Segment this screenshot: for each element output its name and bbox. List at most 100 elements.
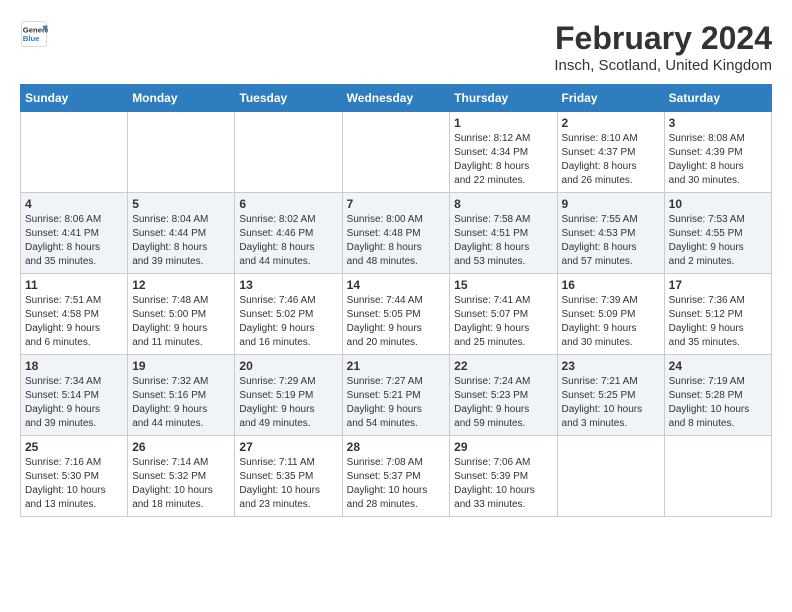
day-number: 6 [239,197,337,211]
day-number: 12 [132,278,230,292]
calendar-week-row: 1 Sunrise: 8:12 AM Sunset: 4:34 PM Daylig… [21,112,772,193]
day-number: 29 [454,440,552,454]
calendar-cell: 10 Sunrise: 7:53 AM Sunset: 4:55 PM Dayli… [664,193,771,274]
calendar-cell: 24 Sunrise: 7:19 AM Sunset: 5:28 PM Dayli… [664,355,771,436]
day-info: Sunrise: 7:27 AM Sunset: 5:21 PM Dayligh… [347,375,446,431]
day-info: Sunrise: 7:08 AM Sunset: 5:37 PM Dayligh… [347,456,446,512]
day-number: 8 [454,197,552,211]
calendar-cell: 29 Sunrise: 7:06 AM Sunset: 5:39 PM Dayli… [450,436,557,517]
day-number: 7 [347,197,446,211]
day-number: 3 [669,116,767,130]
subtitle: Insch, Scotland, United Kingdom [554,57,772,74]
day-info: Sunrise: 7:16 AM Sunset: 5:30 PM Dayligh… [25,456,123,512]
day-header-tuesday: Tuesday [235,85,342,112]
calendar-week-row: 4Sunrise: 8:06 AM Sunset: 4:41 PM Daylig… [21,193,772,274]
day-info: Sunrise: 8:00 AM Sunset: 4:48 PM Dayligh… [347,213,446,269]
page: General Blue February 2024 Insch, Scotla… [0,0,792,527]
day-number: 17 [669,278,767,292]
calendar-cell: 17 Sunrise: 7:36 AM Sunset: 5:12 PM Dayli… [664,274,771,355]
calendar-cell [342,112,450,193]
day-number: 10 [669,197,767,211]
day-number: 28 [347,440,446,454]
day-header-saturday: Saturday [664,85,771,112]
calendar-cell: 22 Sunrise: 7:24 AM Sunset: 5:23 PM Dayli… [450,355,557,436]
day-info: Sunrise: 8:04 AM Sunset: 4:44 PM Dayligh… [132,213,230,269]
calendar-cell [664,436,771,517]
main-title: February 2024 [554,20,772,57]
day-info: Sunrise: 8:10 AM Sunset: 4:37 PM Dayligh… [562,132,660,188]
day-info: Sunrise: 7:48 AM Sunset: 5:00 PM Dayligh… [132,294,230,350]
day-info: Sunrise: 7:29 AM Sunset: 5:19 PM Dayligh… [239,375,337,431]
calendar-cell: 21 Sunrise: 7:27 AM Sunset: 5:21 PM Dayli… [342,355,450,436]
calendar-cell: 14 Sunrise: 7:44 AM Sunset: 5:05 PM Dayli… [342,274,450,355]
day-number: 18 [25,359,123,373]
day-info: Sunrise: 7:44 AM Sunset: 5:05 PM Dayligh… [347,294,446,350]
calendar-week-row: 18 Sunrise: 7:34 AM Sunset: 5:14 PM Dayli… [21,355,772,436]
day-info: Sunrise: 7:51 AM Sunset: 4:58 PM Dayligh… [25,294,123,350]
day-info: Sunrise: 7:36 AM Sunset: 5:12 PM Dayligh… [669,294,767,350]
calendar-cell [128,112,235,193]
day-info: Sunrise: 7:41 AM Sunset: 5:07 PM Dayligh… [454,294,552,350]
calendar-cell: 5Sunrise: 8:04 AM Sunset: 4:44 PM Daylig… [128,193,235,274]
day-number: 26 [132,440,230,454]
day-header-monday: Monday [128,85,235,112]
day-info: Sunrise: 7:14 AM Sunset: 5:32 PM Dayligh… [132,456,230,512]
calendar-cell: 7 Sunrise: 8:00 AM Sunset: 4:48 PM Daylig… [342,193,450,274]
calendar-cell: 20Sunrise: 7:29 AM Sunset: 5:19 PM Dayli… [235,355,342,436]
calendar-cell: 19Sunrise: 7:32 AM Sunset: 5:16 PM Dayli… [128,355,235,436]
day-number: 24 [669,359,767,373]
svg-text:Blue: Blue [23,34,40,43]
day-info: Sunrise: 7:58 AM Sunset: 4:51 PM Dayligh… [454,213,552,269]
day-info: Sunrise: 7:06 AM Sunset: 5:39 PM Dayligh… [454,456,552,512]
day-info: Sunrise: 7:11 AM Sunset: 5:35 PM Dayligh… [239,456,337,512]
day-info: Sunrise: 7:39 AM Sunset: 5:09 PM Dayligh… [562,294,660,350]
calendar-cell [557,436,664,517]
calendar-cell: 15 Sunrise: 7:41 AM Sunset: 5:07 PM Dayli… [450,274,557,355]
day-info: Sunrise: 8:12 AM Sunset: 4:34 PM Dayligh… [454,132,552,188]
day-info: Sunrise: 7:24 AM Sunset: 5:23 PM Dayligh… [454,375,552,431]
calendar-cell: 6 Sunrise: 8:02 AM Sunset: 4:46 PM Daylig… [235,193,342,274]
calendar-cell: 8 Sunrise: 7:58 AM Sunset: 4:51 PM Daylig… [450,193,557,274]
calendar-cell: 11Sunrise: 7:51 AM Sunset: 4:58 PM Dayli… [21,274,128,355]
day-number: 16 [562,278,660,292]
day-info: Sunrise: 7:21 AM Sunset: 5:25 PM Dayligh… [562,375,660,431]
calendar-cell: 28 Sunrise: 7:08 AM Sunset: 5:37 PM Dayli… [342,436,450,517]
calendar-cell [21,112,128,193]
day-info: Sunrise: 7:32 AM Sunset: 5:16 PM Dayligh… [132,375,230,431]
calendar-cell: 27Sunrise: 7:11 AM Sunset: 5:35 PM Dayli… [235,436,342,517]
day-info: Sunrise: 7:19 AM Sunset: 5:28 PM Dayligh… [669,375,767,431]
day-info: Sunrise: 8:02 AM Sunset: 4:46 PM Dayligh… [239,213,337,269]
day-number: 21 [347,359,446,373]
calendar-cell: 13 Sunrise: 7:46 AM Sunset: 5:02 PM Dayli… [235,274,342,355]
day-header-wednesday: Wednesday [342,85,450,112]
day-number: 13 [239,278,337,292]
day-info: Sunrise: 8:06 AM Sunset: 4:41 PM Dayligh… [25,213,123,269]
calendar-week-row: 25 Sunrise: 7:16 AM Sunset: 5:30 PM Dayli… [21,436,772,517]
day-header-sunday: Sunday [21,85,128,112]
day-info: Sunrise: 7:53 AM Sunset: 4:55 PM Dayligh… [669,213,767,269]
header: General Blue February 2024 Insch, Scotla… [20,20,772,74]
day-number: 2 [562,116,660,130]
calendar-cell: 12 Sunrise: 7:48 AM Sunset: 5:00 PM Dayli… [128,274,235,355]
day-info: Sunrise: 7:55 AM Sunset: 4:53 PM Dayligh… [562,213,660,269]
calendar-cell: 16 Sunrise: 7:39 AM Sunset: 5:09 PM Dayli… [557,274,664,355]
day-number: 9 [562,197,660,211]
logo-icon: General Blue [20,20,48,48]
day-info: Sunrise: 8:08 AM Sunset: 4:39 PM Dayligh… [669,132,767,188]
calendar-cell: 4Sunrise: 8:06 AM Sunset: 4:41 PM Daylig… [21,193,128,274]
day-number: 22 [454,359,552,373]
calendar-cell: 2 Sunrise: 8:10 AM Sunset: 4:37 PM Daylig… [557,112,664,193]
day-number: 15 [454,278,552,292]
calendar-header-row: SundayMondayTuesdayWednesdayThursdayFrid… [21,85,772,112]
calendar: SundayMondayTuesdayWednesdayThursdayFrid… [20,84,772,517]
day-info: Sunrise: 7:46 AM Sunset: 5:02 PM Dayligh… [239,294,337,350]
calendar-cell: 23Sunrise: 7:21 AM Sunset: 5:25 PM Dayli… [557,355,664,436]
day-number: 25 [25,440,123,454]
logo: General Blue [20,20,48,48]
calendar-cell: 3 Sunrise: 8:08 AM Sunset: 4:39 PM Daylig… [664,112,771,193]
day-header-thursday: Thursday [450,85,557,112]
day-number: 1 [454,116,552,130]
day-number: 14 [347,278,446,292]
calendar-cell: 18 Sunrise: 7:34 AM Sunset: 5:14 PM Dayli… [21,355,128,436]
day-info: Sunrise: 7:34 AM Sunset: 5:14 PM Dayligh… [25,375,123,431]
